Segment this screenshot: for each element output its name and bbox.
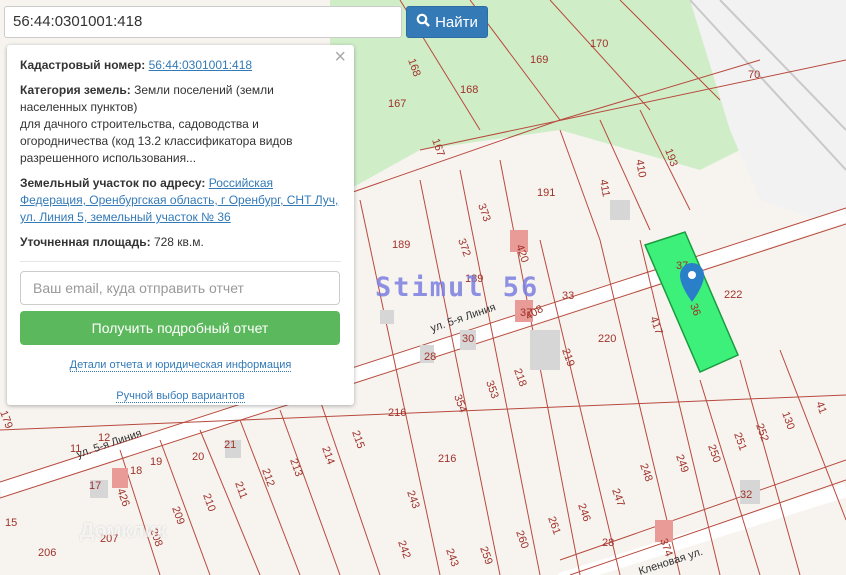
usage-text: для дачного строительства, садоводства и… <box>20 117 293 165</box>
search-icon <box>416 13 430 31</box>
address-label: Земельный участок по адресу: <box>20 176 206 190</box>
watermark: Stimul 56 <box>375 272 540 303</box>
details-link[interactable]: Детали отчета и юридическая информация <box>69 359 292 372</box>
category-label: Категория земель: <box>20 83 131 97</box>
parcel-number-label: 15 <box>5 517 17 529</box>
parcel-number-label: 70 <box>748 69 760 81</box>
parcel-number-label: 21 <box>224 439 236 451</box>
parcel-number-label: 222 <box>724 289 742 301</box>
search-input[interactable]: 56:44:0301001:418 <box>4 6 402 38</box>
cadastral-link[interactable]: 56:44:0301001:418 <box>149 58 252 72</box>
parcel-number-label: 191 <box>537 187 555 199</box>
parcel-number-label: 18 <box>130 465 142 477</box>
parcel-number-label: 33 <box>562 290 574 302</box>
parcel-number-label: 220 <box>598 333 616 345</box>
manual-selection-link[interactable]: Ручной выбор вариантов <box>116 390 245 403</box>
find-button[interactable]: Найти <box>406 6 488 38</box>
parcel-number-label: 32 <box>740 489 752 501</box>
email-input[interactable]: Ваш email, куда отправить отчет <box>20 271 340 305</box>
parcel-info-panel: × Кадастровый номер: 56:44:0301001:418 К… <box>7 45 354 405</box>
parcel-number-label: 216 <box>438 453 456 465</box>
area-label: Уточненная площадь: <box>20 235 151 249</box>
parcel-number-label: 28 <box>424 351 436 363</box>
domclick-watermark: Домклик <box>80 520 167 542</box>
parcel-number-label: 167 <box>388 98 406 110</box>
parcel-number-label: 28 <box>602 537 614 549</box>
parcel-number-label: 30 <box>462 333 474 345</box>
area-value: 728 кв.м. <box>153 235 204 249</box>
cadastral-label: Кадастровый номер: <box>20 58 146 72</box>
parcel-number-label: 206 <box>38 547 56 559</box>
divider <box>20 261 341 262</box>
parcel-number-label: 19 <box>150 456 162 468</box>
parcel-number-label: 189 <box>392 239 410 251</box>
find-button-label: Найти <box>435 13 478 31</box>
parcel-number-label: 170 <box>590 38 608 50</box>
parcel-number-label: 17 <box>89 480 101 492</box>
close-icon[interactable]: × <box>334 47 346 67</box>
parcel-number-label: 216 <box>388 407 406 419</box>
parcel-number-label: 169 <box>530 54 548 66</box>
parcel-number-label: 20 <box>192 451 204 463</box>
get-report-button[interactable]: Получить подробный отчет <box>20 311 340 345</box>
parcel-number-label: 168 <box>460 84 478 96</box>
